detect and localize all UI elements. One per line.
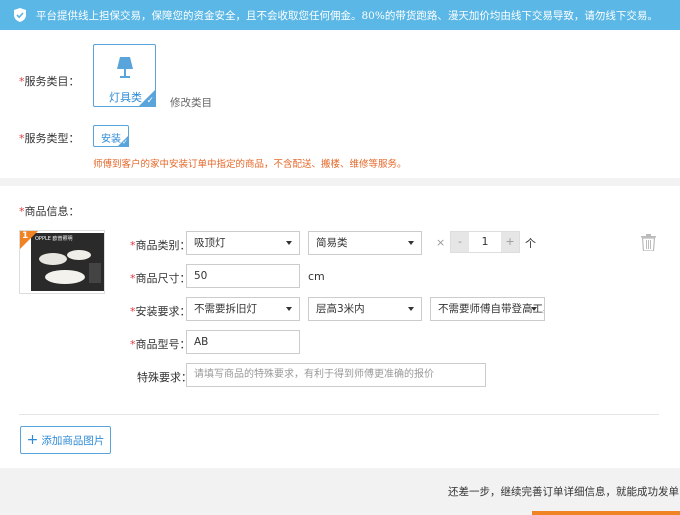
check-icon: ✓ — [122, 138, 128, 146]
quantity-unit: 个 — [525, 237, 536, 250]
special-requirement-input[interactable]: 请填写商品的特殊要求，有利于得到师傅更准确的报价 — [186, 363, 486, 387]
footer-hint: 还差一步，继续完善订单详细信息，就能成功发单了！ — [448, 486, 680, 498]
chevron-down-icon — [408, 307, 414, 311]
product-subcategory-value: 简易类 — [316, 237, 348, 249]
chevron-down-icon — [408, 241, 414, 245]
product-category-label: *商品类别： — [130, 239, 191, 252]
floor-height-select[interactable]: 层高3米内 — [308, 297, 422, 321]
chevron-down-icon — [531, 307, 537, 311]
product-info-label: *商品信息： — [19, 205, 80, 218]
product-model-label: *商品型号： — [130, 338, 191, 351]
image-index: 1 — [22, 231, 29, 241]
service-type-description: 师傅到客户的家中安装订单中指定的商品，不含配送、搬楼、维修等服务。 — [93, 159, 407, 170]
chevron-down-icon — [286, 241, 292, 245]
trash-icon[interactable] — [641, 234, 656, 251]
product-size-unit: cm — [308, 270, 325, 283]
lamp-icon — [117, 57, 133, 78]
quantity-minus-button[interactable]: - — [451, 232, 469, 252]
add-product-image-button[interactable]: + 添加商品图片 — [20, 426, 111, 454]
remove-old-lamp-select[interactable]: 不需要拆旧灯 — [186, 297, 300, 321]
quantity-stepper: - 1 + — [450, 231, 520, 253]
product-category-value: 吸顶灯 — [194, 237, 226, 249]
plus-icon: + — [26, 432, 39, 448]
service-category-card[interactable]: 灯具类 ✓ — [93, 44, 156, 107]
floor-height-value: 层高3米内 — [316, 303, 365, 315]
product-category-select[interactable]: 吸顶灯 — [186, 231, 300, 255]
service-panel: *服务类目： 灯具类 ✓ 修改类目 *服务类型： 安装 ✓ 师傅到客户的家中安装… — [0, 30, 680, 178]
service-type-label: *服务类型： — [19, 132, 80, 145]
service-type-install[interactable]: 安装 ✓ — [93, 125, 129, 147]
notice-text: 平台提供线上担保交易，保障您的资金安全，且不会收取您任何佣金。80%的带货跑路、… — [36, 9, 658, 22]
notice-bar: 平台提供线上担保交易，保障您的资金安全，且不会收取您任何佣金。80%的带货跑路、… — [0, 0, 680, 30]
product-model-input[interactable]: AB — [186, 330, 300, 354]
special-requirement-label: 特殊要求： — [137, 371, 192, 384]
add-product-image-label: 添加商品图片 — [41, 434, 105, 447]
service-category-label: *服务类目： — [19, 75, 80, 88]
divider — [19, 414, 659, 415]
product-size-label: *商品尺寸： — [130, 272, 191, 285]
product-image[interactable]: OPPLE 欧普照明 1 — [19, 230, 105, 294]
remove-old-lamp-value: 不需要拆旧灯 — [194, 303, 257, 315]
quantity-input[interactable]: 1 — [469, 232, 501, 252]
install-requirement-label: *安装要求： — [130, 305, 191, 318]
shield-check-icon — [14, 8, 26, 22]
ceiling-lamp-photo — [39, 250, 101, 284]
climbing-tool-select[interactable]: 不需要师傅自带登高工具 — [430, 297, 545, 321]
submit-button-edge[interactable] — [532, 511, 680, 515]
product-photo: OPPLE 欧普照明 — [31, 233, 104, 291]
product-subcategory-select[interactable]: 简易类 — [308, 231, 422, 255]
chevron-down-icon — [286, 307, 292, 311]
multiply-sign: × — [436, 236, 446, 249]
climbing-tool-value: 不需要师傅自带登高工具 — [438, 303, 545, 315]
check-icon: ✓ — [146, 96, 154, 106]
quantity-plus-button[interactable]: + — [501, 232, 519, 252]
product-size-input[interactable]: 50 — [186, 264, 300, 288]
modify-category-link[interactable]: 修改类目 — [170, 95, 212, 110]
